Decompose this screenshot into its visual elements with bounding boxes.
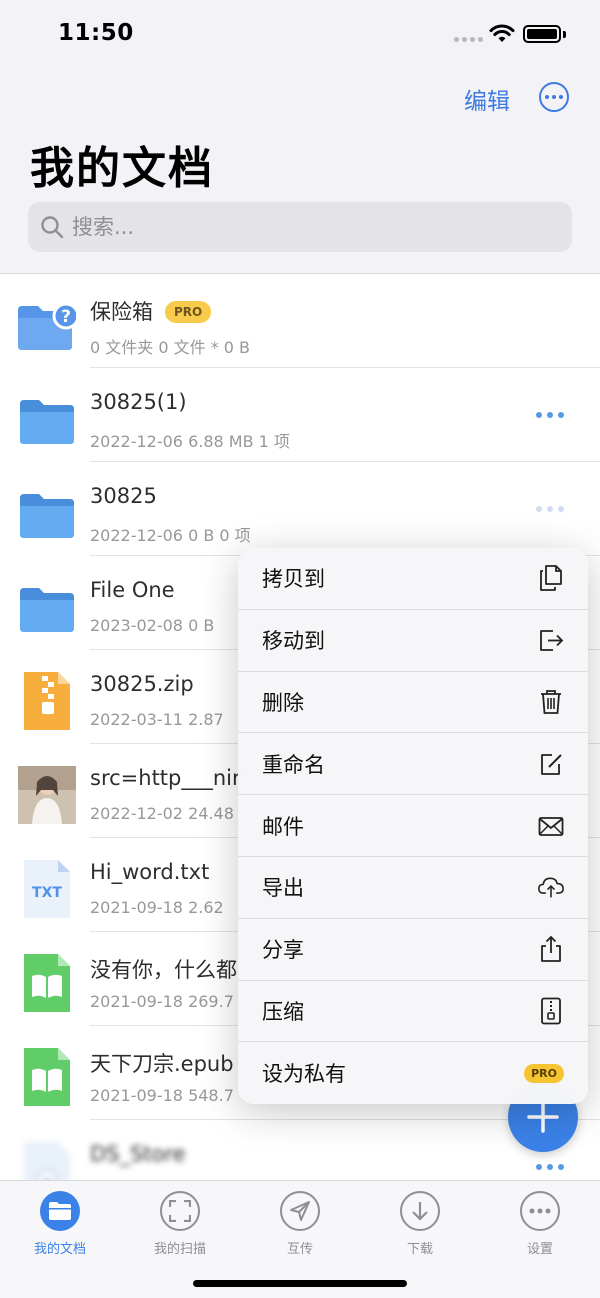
edit-button[interactable]: 编辑 — [464, 82, 510, 116]
menu-item-label: 拷贝到 — [262, 567, 325, 592]
home-indicator — [193, 1280, 407, 1287]
menu-item-label: 导出 — [262, 876, 304, 901]
tab-label: 互传 — [286, 1242, 313, 1257]
menu-item-delete[interactable]: 删除 — [238, 672, 588, 734]
menu-item-copy-to[interactable]: 拷贝到 — [238, 548, 588, 610]
tab-label: 我的文档 — [33, 1242, 86, 1257]
menu-item-move-to[interactable]: 移动到 — [238, 610, 588, 672]
search-icon — [41, 216, 64, 239]
more-options-icon[interactable] — [539, 82, 569, 112]
download-icon — [400, 1191, 440, 1231]
send-icon — [280, 1191, 320, 1231]
move-icon — [540, 630, 564, 652]
settings-icon — [520, 1191, 560, 1231]
tab-transfer[interactable]: 互传 — [240, 1191, 360, 1257]
search-bar[interactable] — [28, 202, 572, 252]
mail-icon — [538, 816, 564, 836]
menu-item-rename[interactable]: 重命名 — [238, 733, 588, 796]
scan-icon — [160, 1191, 200, 1231]
copy-icon — [540, 565, 562, 592]
menu-item-export[interactable]: 导出 — [238, 857, 588, 919]
search-input[interactable] — [72, 215, 512, 239]
tab-my-scans[interactable]: 我的扫描 — [120, 1191, 240, 1257]
menu-item-share[interactable]: 分享 — [238, 919, 588, 981]
menu-item-set-private[interactable]: 设为私有 PRO — [238, 1042, 588, 1104]
menu-item-label: 分享 — [262, 938, 304, 963]
tab-label: 我的扫描 — [153, 1242, 206, 1257]
menu-item-label: 删除 — [262, 690, 304, 715]
menu-item-label: 压缩 — [262, 999, 304, 1024]
menu-item-label: 重命名 — [262, 752, 325, 777]
plus-icon — [527, 1101, 559, 1133]
wifi-icon — [489, 24, 515, 42]
status-time: 11:50 — [58, 20, 134, 46]
cloud-upload-icon — [538, 877, 564, 898]
menu-item-label: 邮件 — [262, 814, 304, 839]
menu-item-label: 移动到 — [262, 629, 325, 654]
header-area: 11:50 编辑 我的文档 — [0, 0, 600, 274]
tab-label: 设置 — [526, 1242, 553, 1257]
battery-icon — [523, 25, 561, 43]
share-icon — [541, 935, 561, 963]
menu-item-label: 设为私有 — [262, 1062, 346, 1087]
trash-icon — [541, 690, 561, 714]
page-title: 我的文档 — [30, 143, 214, 194]
compress-icon — [541, 997, 561, 1025]
cellular-signal-icon — [454, 37, 483, 42]
folder-tab-icon — [40, 1191, 80, 1231]
context-menu: 拷贝到 移动到 删除 重命名 邮件 导出 分享 压缩 设为私有 PRO — [238, 548, 588, 1105]
menu-item-compress[interactable]: 压缩 — [238, 981, 588, 1043]
tab-my-documents[interactable]: 我的文档 — [0, 1191, 120, 1257]
tab-download[interactable]: 下载 — [360, 1191, 480, 1257]
tab-label: 下载 — [406, 1242, 433, 1257]
rename-icon — [541, 753, 562, 775]
pro-badge: PRO — [524, 1063, 564, 1083]
tab-settings[interactable]: 设置 — [480, 1191, 600, 1257]
menu-item-mail[interactable]: 邮件 — [238, 795, 588, 857]
